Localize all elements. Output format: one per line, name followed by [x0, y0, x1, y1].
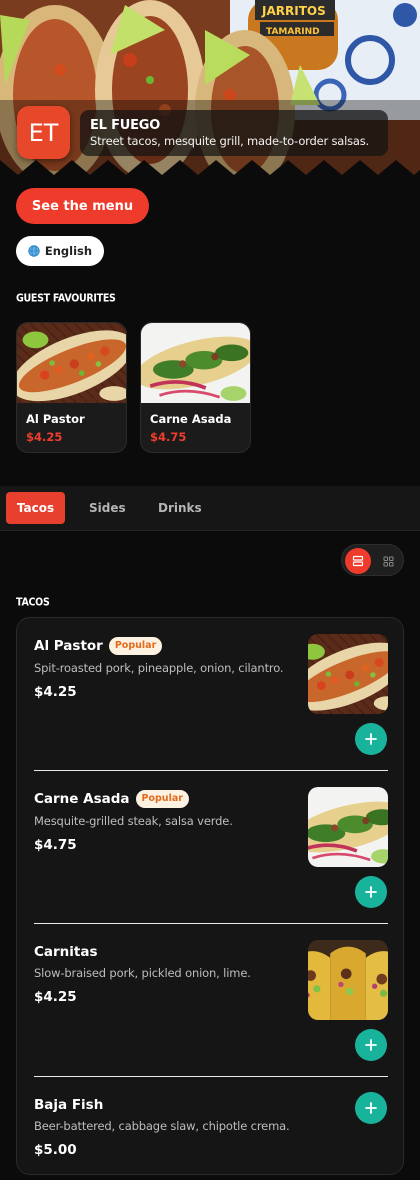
svg-text:TAMARIND: TAMARIND [266, 27, 320, 37]
item-divider [34, 1076, 388, 1077]
item-name: Al Pastor [34, 637, 103, 654]
restaurant-name: EL FUEGO [90, 117, 161, 133]
favourite-card-al-pastor[interactable]: Al Pastor $4.25 [16, 322, 127, 453]
favourite-price: $4.25 [26, 430, 63, 444]
plus-icon [365, 1102, 377, 1114]
restaurant-tagline: Street tacos, mesquite grill, made-to-or… [90, 133, 369, 148]
restaurant-logo: ET [17, 106, 70, 159]
plus-icon [365, 886, 377, 898]
list-view-icon [352, 555, 364, 567]
see-menu-button[interactable]: See the menu [16, 188, 149, 224]
item-divider [34, 770, 388, 771]
restaurant-header: ET EL FUEGO Street tacos, mesquite grill… [17, 106, 388, 159]
favourite-name: Carne Asada [150, 412, 232, 426]
grid-view-button[interactable] [375, 548, 401, 574]
plus-icon [365, 1039, 377, 1051]
language-selector[interactable]: English [16, 236, 104, 266]
item-description: Beer-battered, cabbage slaw, chipotle cr… [34, 1119, 290, 1133]
popular-badge: Popular [108, 636, 163, 655]
item-image [308, 787, 388, 867]
view-toggle [341, 544, 404, 576]
carne-asada-image [141, 323, 251, 403]
favourite-price: $4.75 [150, 430, 187, 444]
hero-banner: JARRITOS TAMARIND ET EL FUEGO Street tac… [0, 0, 420, 175]
add-to-cart-button[interactable] [355, 1029, 387, 1061]
menu-item-baja-fish[interactable]: Baja Fish Beer-battered, cabbage slaw, c… [34, 1094, 388, 1159]
tab-sides[interactable]: Sides [77, 492, 138, 524]
item-name: Carnitas [34, 943, 98, 960]
add-to-cart-button[interactable] [355, 723, 387, 755]
item-price: $5.00 [34, 1142, 77, 1158]
add-to-cart-button[interactable] [355, 876, 387, 908]
item-image [308, 940, 388, 1020]
tab-tacos[interactable]: Tacos [6, 492, 65, 524]
language-label: English [44, 244, 93, 258]
al-pastor-image [17, 323, 127, 403]
menu-list: Al Pastor Popular Spit-roasted pork, pine… [16, 617, 404, 1175]
favourite-card-carne-asada[interactable]: Carne Asada $4.75 [140, 322, 251, 453]
menu-section-title: TACOS [16, 596, 50, 609]
favourites-title: GUEST FAVOURITES [16, 292, 116, 305]
menu-item-carne-asada[interactable]: Carne Asada Popular Mesquite-grilled stea… [34, 788, 388, 853]
tab-drinks[interactable]: Drinks [146, 492, 214, 524]
favourite-name: Al Pastor [26, 412, 85, 426]
item-divider [34, 923, 388, 924]
category-tabs: Tacos Sides Drinks [0, 486, 420, 531]
plus-icon [365, 733, 377, 745]
popular-badge: Popular [135, 789, 189, 808]
svg-text:JARRITOS: JARRITOS [261, 4, 326, 18]
menu-item-al-pastor[interactable]: Al Pastor Popular Spit-roasted pork, pine… [34, 635, 388, 700]
item-name: Baja Fish [34, 1096, 104, 1113]
grid-view-icon [383, 556, 393, 566]
menu-item-carnitas[interactable]: Carnitas Slow-braised pork, pickled onio… [34, 941, 388, 1005]
add-to-cart-button[interactable] [355, 1092, 387, 1124]
item-image [308, 634, 388, 714]
globe-icon [28, 245, 40, 257]
item-name: Carne Asada [34, 790, 130, 807]
restaurant-info: EL FUEGO Street tacos, mesquite grill, m… [80, 109, 388, 156]
list-view-button[interactable] [345, 548, 371, 574]
